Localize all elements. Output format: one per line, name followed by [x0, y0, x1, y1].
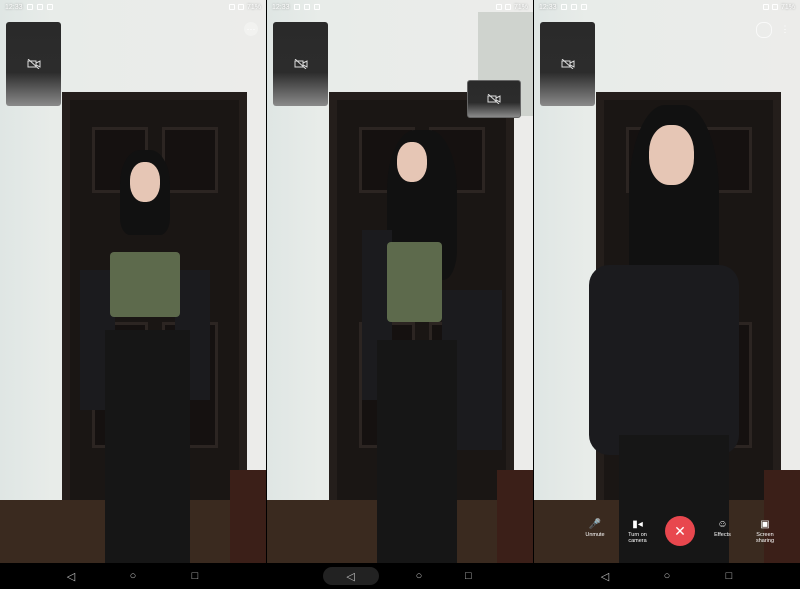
back-button[interactable]: ◁ — [596, 567, 614, 585]
camera-off-icon — [27, 59, 41, 69]
camera-off-icon — [294, 59, 308, 69]
nav-bar: ◁ ○ □ — [534, 563, 800, 589]
instagram-icon — [313, 4, 320, 10]
recents-button[interactable]: □ — [720, 567, 738, 585]
clock: 12:33 — [539, 3, 557, 11]
chair — [230, 470, 266, 563]
minimize-icon[interactable] — [756, 22, 772, 38]
recents-button[interactable]: □ — [459, 567, 477, 585]
signal-icon — [762, 4, 769, 10]
person — [362, 130, 502, 563]
status-bar: 12:33 71% — [534, 0, 800, 14]
mic-off-icon: 🎤 — [588, 519, 602, 530]
facebook-icon — [36, 4, 43, 10]
signal-icon — [495, 4, 502, 10]
screen-sharing-button[interactable]: ▣ Screen sharing — [750, 518, 780, 544]
facebook-icon — [570, 4, 577, 10]
end-call-button[interactable]: ✕ — [665, 516, 695, 546]
self-view-camera-off[interactable] — [6, 22, 61, 106]
wifi-icon — [771, 4, 778, 10]
self-view-camera-off[interactable] — [540, 22, 595, 106]
instagram-icon — [46, 4, 53, 10]
call-panel-1: 12:33 71% ⋯ ◁ ○ □ — [0, 0, 266, 589]
notification-icon — [26, 4, 33, 10]
wifi-icon — [237, 4, 244, 10]
self-view-camera-off[interactable] — [273, 22, 328, 106]
chair — [497, 470, 533, 563]
notification-icon — [560, 4, 567, 10]
back-button[interactable]: ◁ — [62, 567, 80, 585]
notification-icon — [293, 4, 300, 10]
small-self-view[interactable] — [467, 80, 521, 118]
camera-off-icon — [561, 59, 575, 69]
facebook-icon — [303, 4, 310, 10]
call-panel-2: 12:33 71% ◁ ○ □ — [267, 0, 533, 589]
clock: 12:33 — [272, 3, 290, 11]
screen-share-icon: ▣ — [760, 519, 770, 530]
nav-bar: ◁ ○ □ — [267, 563, 533, 589]
screen-sharing-label: Screen sharing — [755, 532, 775, 544]
effects-button[interactable]: ☺ Effects — [708, 518, 738, 538]
menu-icon[interactable]: ⋯ — [244, 22, 258, 36]
turn-on-camera-button[interactable]: ▮◂ Turn on camera — [623, 518, 653, 544]
battery-level: 71% — [780, 3, 795, 11]
wifi-icon — [504, 4, 511, 10]
back-button[interactable]: ◁ — [322, 567, 379, 585]
person — [80, 150, 215, 563]
status-bar: 12:33 71% — [267, 0, 533, 14]
camera-off-icon — [487, 94, 501, 104]
home-button[interactable]: ○ — [410, 567, 428, 585]
video-call-screenshots: 12:33 71% ⋯ ◁ ○ □ 12:33 71% ◁ ○ □ 12:33 … — [0, 0, 800, 589]
signal-icon — [228, 4, 235, 10]
clock: 12:33 — [5, 3, 23, 11]
recents-button[interactable]: □ — [186, 567, 204, 585]
effects-label: Effects — [714, 532, 731, 538]
call-controls: 🎤 Unmute ▮◂ Turn on camera ✕ ☺ Effects ▣… — [580, 516, 780, 558]
person — [589, 105, 779, 563]
nav-bar: ◁ ○ □ — [0, 563, 266, 589]
effects-icon: ☺ — [717, 519, 728, 530]
home-button[interactable]: ○ — [124, 567, 142, 585]
battery-level: 71% — [246, 3, 261, 11]
camera-icon: ▮◂ — [632, 519, 643, 530]
more-options-icon[interactable]: ⋮ — [778, 22, 792, 36]
battery-level: 71% — [513, 3, 528, 11]
unmute-label: Unmute — [585, 532, 605, 538]
call-panel-3: 12:33 71% ⋮ ◁ ○ □ — [534, 0, 800, 589]
unmute-button[interactable]: 🎤 Unmute — [580, 518, 610, 538]
instagram-icon — [580, 4, 587, 10]
camera-label: Turn on camera — [628, 532, 647, 544]
home-button[interactable]: ○ — [658, 567, 676, 585]
status-bar: 12:33 71% — [0, 0, 266, 14]
